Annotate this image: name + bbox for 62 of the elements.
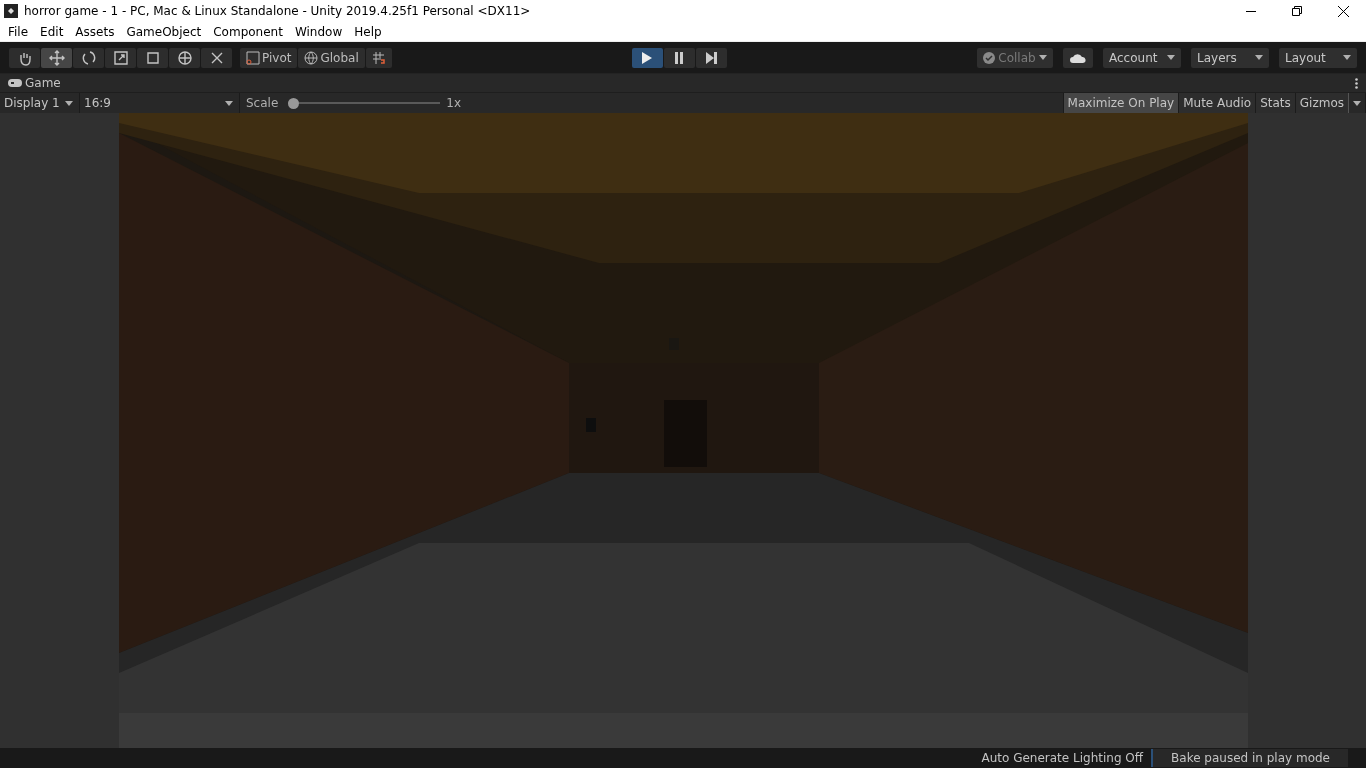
menu-item[interactable]: Component [207, 24, 289, 39]
step-icon [705, 51, 717, 64]
more-icon [1355, 77, 1358, 89]
gamepad-icon [8, 79, 22, 87]
layers-dropdown[interactable]: Layers [1191, 47, 1269, 68]
scale-label: Scale [246, 96, 279, 110]
gizmos-dropdown[interactable] [1348, 93, 1366, 113]
menu-item[interactable]: File [2, 24, 35, 39]
check-icon [983, 51, 995, 64]
move-icon [48, 49, 65, 66]
play-button[interactable] [631, 47, 663, 68]
close-icon [1337, 5, 1349, 17]
account-dropdown[interactable]: Account [1103, 47, 1181, 68]
bake-status: Bake paused in play mode [1151, 749, 1348, 767]
toggle-button[interactable]: Stats [1255, 93, 1295, 113]
play-icon [642, 51, 653, 64]
pause-button[interactable] [663, 47, 695, 68]
caret-icon [1343, 55, 1351, 60]
toggle-button[interactable]: Maximize On Play [1062, 93, 1179, 113]
tool-button[interactable] [201, 47, 232, 68]
minimize-icon [1246, 10, 1256, 12]
toggle-button[interactable]: Gizmos [1294, 93, 1348, 113]
caret-icon [1255, 55, 1263, 60]
menu-item[interactable]: Edit [34, 24, 70, 39]
handle-toggle[interactable]: Global [298, 47, 365, 68]
menu-item[interactable]: Window [288, 24, 349, 39]
cloud-icon [1070, 52, 1086, 63]
app-icon [4, 4, 18, 18]
game-tab[interactable]: Game [0, 73, 69, 93]
slider-thumb[interactable] [288, 97, 300, 109]
menu-item[interactable]: Help [348, 24, 388, 39]
toggle-button[interactable]: Mute Audio [1178, 93, 1256, 113]
caret-icon [1039, 55, 1047, 60]
transform-icon [176, 49, 193, 66]
layout-dropdown[interactable]: Layout [1279, 47, 1357, 68]
step-button[interactable] [695, 47, 727, 68]
caret-icon [65, 100, 73, 106]
pause-icon [674, 51, 685, 64]
tool-button[interactable] [169, 47, 200, 68]
tool-button[interactable] [73, 47, 104, 68]
snap-button[interactable] [365, 47, 392, 68]
caret-icon [1167, 55, 1175, 60]
menu-item[interactable]: Assets [69, 24, 121, 39]
cloud-button[interactable] [1063, 47, 1093, 68]
scale-value: 1x [446, 96, 463, 110]
pivot-icon [246, 50, 260, 65]
tool-button[interactable] [9, 47, 40, 68]
tool-button[interactable] [105, 47, 136, 68]
window-title: horror game - 1 - PC, Mac & Linux Standalone - Unity 2019.4.25f1 Personal <DX11> [24, 4, 532, 18]
caret-icon [1353, 100, 1361, 106]
caret-icon [225, 100, 233, 106]
grid-snap-icon [371, 50, 386, 65]
tool-button[interactable] [41, 47, 72, 68]
scale-icon [112, 49, 129, 66]
menu-item[interactable]: GameObject [120, 24, 208, 39]
lighting-status: Auto Generate Lighting Off [980, 751, 1145, 765]
restore-icon [1292, 6, 1302, 16]
rotate-icon [80, 49, 97, 66]
tool-button[interactable] [137, 47, 168, 68]
handle-toggle[interactable]: Pivot [240, 47, 298, 68]
rect-icon [144, 49, 161, 66]
globe-icon [304, 50, 319, 65]
